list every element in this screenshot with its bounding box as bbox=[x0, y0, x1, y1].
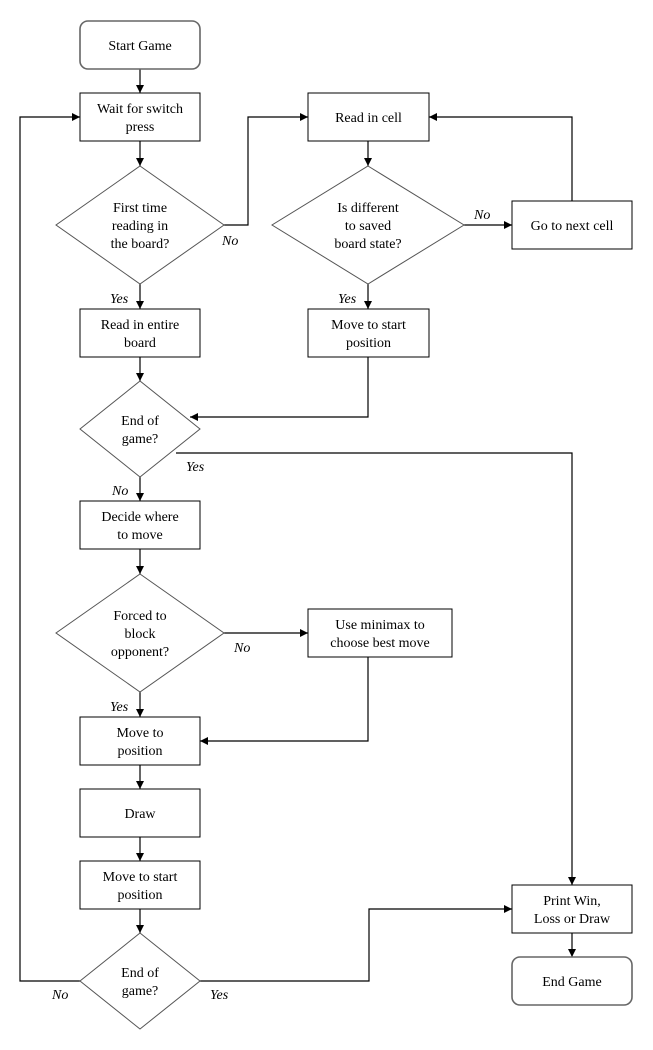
process-draw: Draw bbox=[79, 788, 201, 838]
node-label-line: Move to start bbox=[331, 318, 406, 333]
decision-end-of-game-2: End of game? bbox=[79, 932, 201, 1030]
edge-label-yes: Yes bbox=[110, 700, 129, 715]
node-label-line: Use minimax to bbox=[335, 618, 424, 633]
node-label-line: Read in entire bbox=[101, 318, 180, 333]
process-move-start-1: Move to start position bbox=[307, 308, 430, 358]
decision-first-time: First time reading in the board? bbox=[55, 165, 225, 285]
node-label-line: position bbox=[117, 744, 162, 759]
diamond-shape bbox=[79, 380, 201, 478]
node-label-line: Is different bbox=[337, 201, 399, 216]
process-print-result: Print Win, Loss or Draw bbox=[511, 884, 633, 934]
decision-is-different: Is different to saved board state? bbox=[271, 165, 465, 285]
node-label-line: End of bbox=[121, 414, 159, 429]
node-label-line: Move to start bbox=[103, 870, 178, 885]
edge-label-yes: Yes bbox=[110, 292, 129, 307]
flowchart-canvas: Start Game Wait for switch press First time… bbox=[19, 20, 633, 1030]
process-wait: Wait for switch press bbox=[79, 92, 201, 142]
edge-end-of-game-2-to-print-result bbox=[200, 905, 512, 982]
edge-move-start-1-to-end-of-game-1 bbox=[190, 357, 369, 421]
diamond-shape bbox=[79, 932, 201, 1030]
edge-next-cell-to-read-cell bbox=[429, 113, 573, 201]
node-label-line: Wait for switch bbox=[97, 102, 183, 117]
edge-first-time-to-read-cell bbox=[224, 113, 308, 226]
terminal-end: End Game bbox=[511, 956, 633, 1006]
edge-label-no: No bbox=[51, 988, 68, 1003]
decision-forced-block: Forced to block opponent? bbox=[55, 573, 225, 693]
edge-label-yes: Yes bbox=[338, 292, 357, 307]
node-label-line: End of bbox=[121, 966, 159, 981]
node-label-line: position bbox=[346, 336, 391, 351]
node-label-line: End Game bbox=[542, 975, 601, 990]
node-label-line: to saved bbox=[345, 219, 391, 234]
node-label-line: reading in bbox=[112, 219, 168, 234]
decision-end-of-game-1: End of game? bbox=[79, 380, 201, 478]
node-label-line: the board? bbox=[111, 237, 170, 252]
nodes-layer: Start Game Wait for switch press First time… bbox=[55, 20, 633, 1030]
edge-label-yes: Yes bbox=[186, 460, 205, 475]
edge-label-no: No bbox=[233, 641, 250, 656]
node-label-line: game? bbox=[122, 432, 159, 447]
edge-label-no: No bbox=[221, 234, 238, 249]
terminal-start: Start Game bbox=[79, 20, 201, 70]
node-label-line: Move to bbox=[116, 726, 163, 741]
node-label-line: Loss or Draw bbox=[534, 912, 611, 927]
process-move-pos: Move to position bbox=[79, 716, 201, 766]
node-label-line: Start Game bbox=[108, 39, 171, 54]
edge-end-of-game-1-to-print-result bbox=[176, 452, 576, 885]
process-read-entire: Read in entire board bbox=[79, 308, 201, 358]
node-label-line: choose best move bbox=[330, 636, 430, 651]
node-label-line: Read in cell bbox=[335, 111, 402, 126]
node-label-line: board state? bbox=[334, 237, 401, 252]
node-label-line: Draw bbox=[124, 807, 156, 822]
node-label-line: First time bbox=[113, 201, 167, 216]
process-move-start-2: Move to start position bbox=[79, 860, 201, 910]
edge-label-no: No bbox=[473, 208, 490, 223]
node-label-line: press bbox=[126, 120, 155, 135]
edge-minimax-to-move-pos bbox=[200, 657, 369, 745]
node-label-line: block bbox=[124, 627, 155, 642]
node-label-line: Forced to bbox=[113, 609, 166, 624]
process-minimax: Use minimax to choose best move bbox=[307, 608, 453, 658]
node-label-line: board bbox=[124, 336, 156, 351]
process-read-cell: Read in cell bbox=[307, 92, 430, 142]
node-label-line: game? bbox=[122, 984, 159, 999]
edge-label-yes: Yes bbox=[210, 988, 229, 1003]
process-next-cell: Go to next cell bbox=[511, 200, 633, 250]
edge-end-of-game-2-to-wait bbox=[19, 113, 80, 982]
node-label-line: to move bbox=[117, 528, 163, 543]
node-label-line: position bbox=[117, 888, 162, 903]
edge-label-no: No bbox=[111, 484, 128, 499]
node-label-line: Decide where bbox=[101, 510, 178, 525]
process-decide: Decide where to move bbox=[79, 500, 201, 550]
node-label-line: Print Win, bbox=[543, 894, 601, 909]
node-label-line: Go to next cell bbox=[531, 219, 614, 234]
node-label-line: opponent? bbox=[111, 645, 169, 660]
